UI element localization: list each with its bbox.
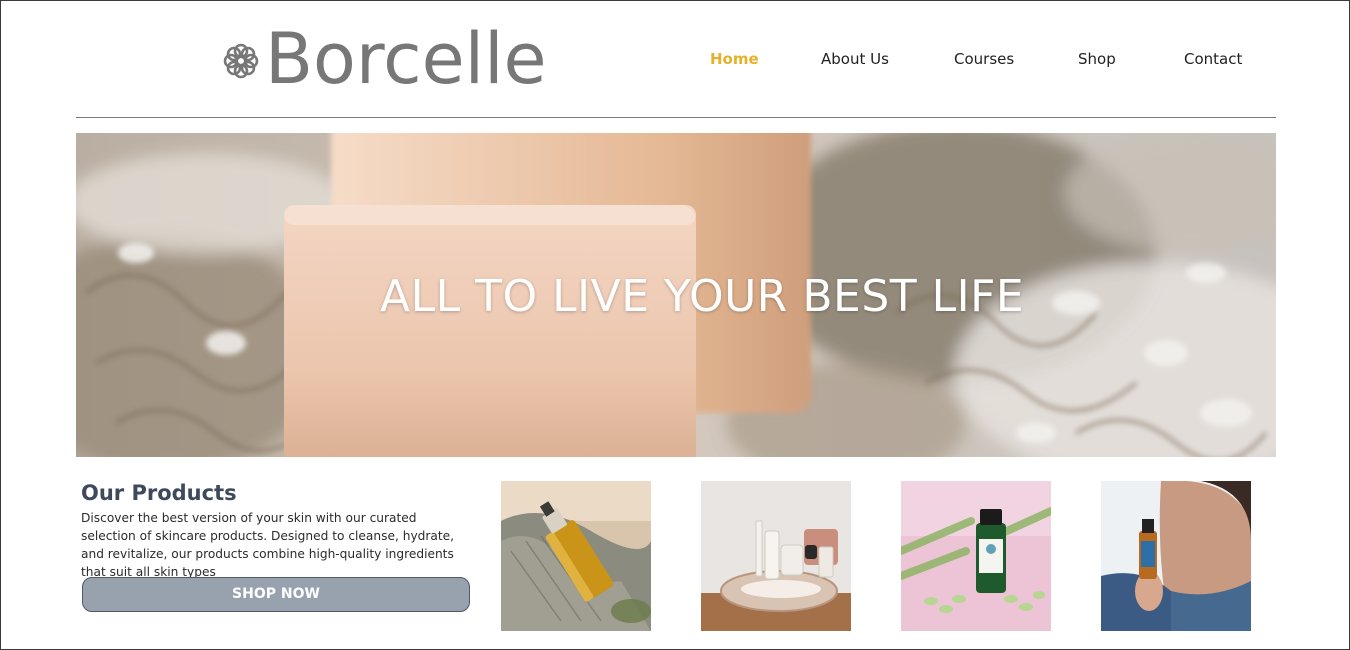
oil-bottle-on-towel-image	[501, 481, 651, 631]
nav-home-link[interactable]: Home	[710, 50, 759, 68]
products-heading: Our Products	[81, 481, 237, 505]
products-description: Discover the best version of your skin w…	[81, 511, 455, 579]
nav-about-link[interactable]: About Us	[821, 50, 889, 68]
nav-contact-link[interactable]: Contact	[1184, 50, 1242, 68]
product-thumb-1[interactable]	[501, 481, 651, 631]
cosmetics-tray-image	[701, 481, 851, 631]
product-thumb-4[interactable]	[1101, 481, 1251, 631]
header-divider	[76, 117, 1276, 118]
hero-headline: ALL TO LIVE YOUR BEST LIFE	[380, 271, 1025, 322]
essential-oil-lemongrass-image	[901, 481, 1051, 631]
woman-holding-oil-image	[1101, 481, 1251, 631]
shop-now-button[interactable]: SHOP NOW	[82, 577, 470, 612]
nav-courses-link[interactable]: Courses	[954, 50, 1014, 68]
nav-shop-link[interactable]: Shop	[1078, 50, 1116, 68]
product-thumb-2[interactable]	[701, 481, 851, 631]
main-nav: Home About Us Courses Shop Contact	[1, 50, 1350, 72]
product-thumb-3[interactable]	[901, 481, 1051, 631]
hero-banner: ALL TO LIVE YOUR BEST LIFE	[76, 133, 1276, 457]
page-frame: Borcelle Home About Us Courses Shop Cont…	[0, 0, 1350, 650]
